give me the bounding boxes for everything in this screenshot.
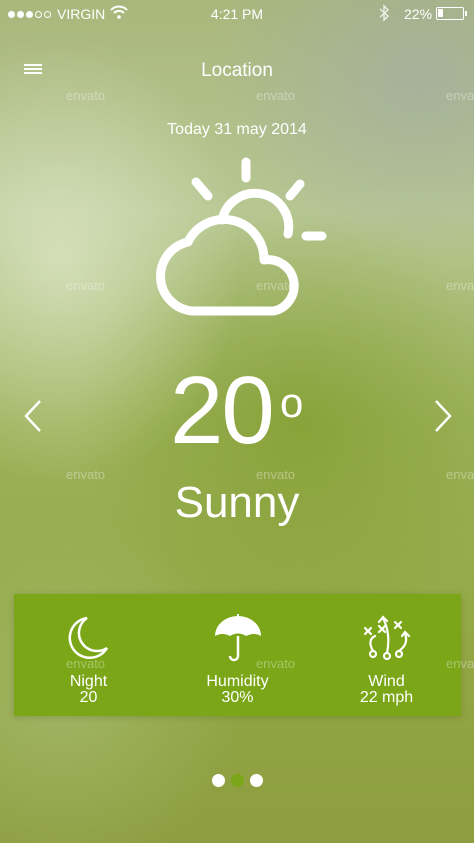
status-time: 4:21 PM <box>210 6 264 22</box>
watermark: envato <box>446 278 474 293</box>
page-dot[interactable] <box>250 774 263 787</box>
umbrella-icon <box>214 614 261 662</box>
weather-stats-panel: Night 20 Humidity 30% Wind 22 mph <box>14 594 461 716</box>
page-indicator <box>212 774 263 787</box>
watermark: envato <box>66 88 106 103</box>
wind-strategy-icon <box>363 615 410 661</box>
stat-value: 20 <box>79 689 98 706</box>
chevron-left-icon[interactable] <box>22 398 46 434</box>
chevron-right-icon[interactable] <box>430 398 454 434</box>
battery-icon <box>436 7 467 20</box>
stat-value: 30% <box>221 689 254 706</box>
battery-fill <box>438 9 443 17</box>
watermark: envato <box>66 278 106 293</box>
status-bar: VIRGIN 4:21 PM 22% <box>0 0 474 28</box>
weather-condition: Sunny <box>174 478 300 527</box>
bluetooth-icon <box>379 4 390 22</box>
watermark: envato <box>256 656 296 671</box>
stat-night: Night 20 <box>14 594 163 716</box>
location-title[interactable]: Location <box>0 60 474 82</box>
stat-value: 22 mph <box>359 689 414 706</box>
moon-icon <box>68 616 108 660</box>
watermark: envato <box>446 88 474 103</box>
battery-percent: 22% <box>404 6 433 22</box>
watermark: envato <box>256 88 296 103</box>
stat-wind: Wind 22 mph <box>312 594 461 716</box>
watermark: envato <box>66 467 106 482</box>
watermark: envato <box>446 656 474 671</box>
watermark: envato <box>66 656 106 671</box>
degree-symbol: o <box>280 379 304 426</box>
watermark: envato <box>256 278 296 293</box>
sun-behind-cloud-icon <box>156 157 327 316</box>
watermark: envato <box>446 467 474 482</box>
temperature-value: 20 <box>170 357 275 464</box>
date-label: Today 31 may 2014 <box>167 121 307 138</box>
page-dot-active[interactable] <box>231 774 244 787</box>
stat-humidity: Humidity 30% <box>163 594 312 716</box>
watermark: envato <box>256 467 296 482</box>
page-dot[interactable] <box>212 774 225 787</box>
